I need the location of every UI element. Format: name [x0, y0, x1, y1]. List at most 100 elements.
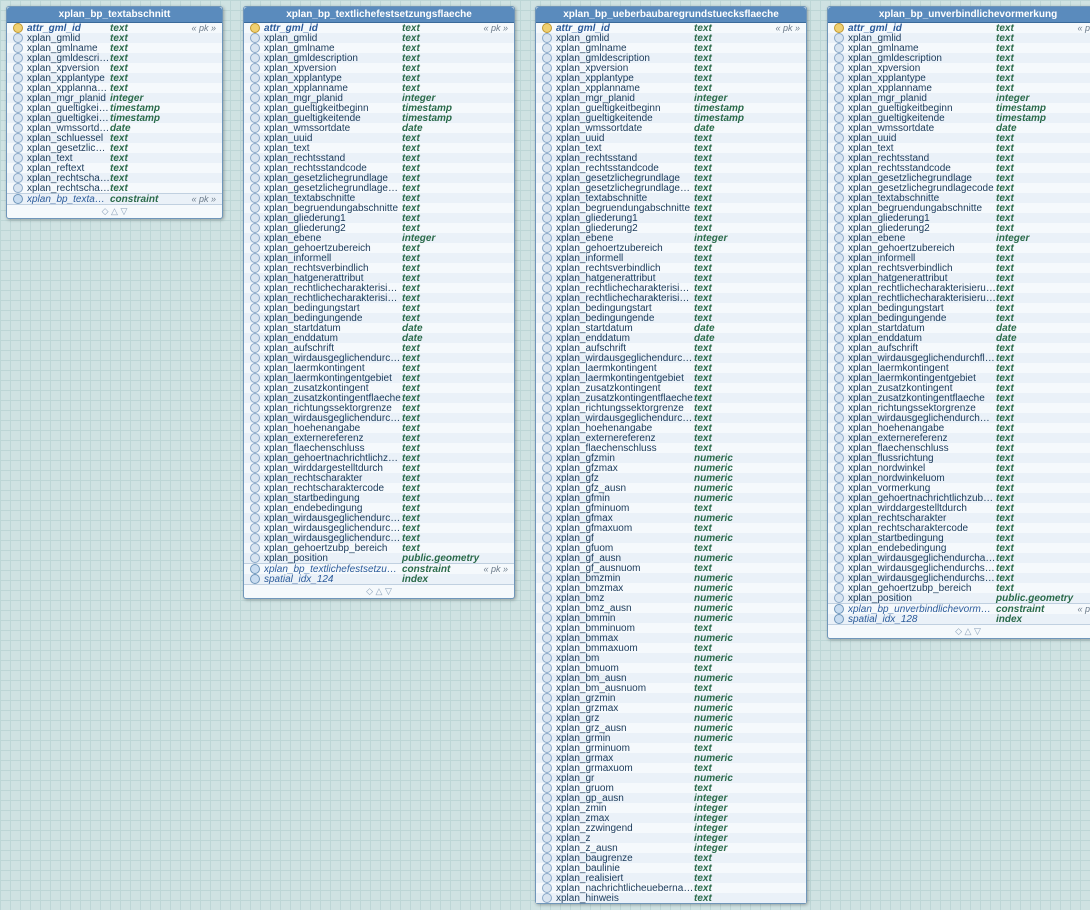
- column-row[interactable]: xplan_bmminuomtext: [536, 623, 806, 633]
- column-row[interactable]: xplan_gmlnametext: [828, 43, 1090, 53]
- column-row[interactable]: xplan_externereferenztext: [244, 433, 514, 443]
- column-row[interactable]: xplan_endebedingungtext: [828, 543, 1090, 553]
- column-row[interactable]: xplan_zusatzkontingentflaechetext: [828, 393, 1090, 403]
- column-row[interactable]: xplan_informelltext: [536, 253, 806, 263]
- column-row[interactable]: xplan_zinteger: [536, 833, 806, 843]
- column-row[interactable]: xplan_gesetzlichegrundlagecodetext: [828, 183, 1090, 193]
- column-row[interactable]: xplan_xpplantypetext: [536, 73, 806, 83]
- column-row[interactable]: xplan_zusatzkontingentflaechetext: [536, 393, 806, 403]
- index-row[interactable]: spatial_idx_128index: [828, 614, 1090, 624]
- column-row[interactable]: xplan_z_ausninteger: [536, 843, 806, 853]
- column-row[interactable]: xplan_zusatzkontingenttext: [536, 383, 806, 393]
- column-row[interactable]: xplan_reftexttext: [7, 163, 222, 173]
- column-row[interactable]: xplan_gfminnumeric: [536, 493, 806, 503]
- column-row[interactable]: xplan_rechtlichecharakterisierungtext: [536, 283, 806, 293]
- db-table[interactable]: xplan_bp_unverbindlichevormerkungattr_gm…: [827, 6, 1090, 639]
- column-row[interactable]: xplan_zmininteger: [536, 803, 806, 813]
- column-row[interactable]: xplan_laermkontingenttext: [244, 363, 514, 373]
- column-row[interactable]: xplan_startbedingungtext: [828, 533, 1090, 543]
- column-row[interactable]: xplan_uuidtext: [244, 133, 514, 143]
- column-row[interactable]: xplan_rechtscharaktercodetext: [7, 183, 222, 193]
- db-table[interactable]: xplan_bp_textlichefestsetzungsflaecheatt…: [243, 6, 515, 599]
- column-row[interactable]: xplan_grmaxnumeric: [536, 753, 806, 763]
- column-row[interactable]: xplan_realisierttext: [536, 873, 806, 883]
- column-row[interactable]: xplan_gmlnametext: [7, 43, 222, 53]
- column-row[interactable]: xplan_aufschrifttext: [828, 343, 1090, 353]
- column-row[interactable]: xplan_mgr_planidinteger: [244, 93, 514, 103]
- column-row[interactable]: xplan_laermkontingentgebiettext: [536, 373, 806, 383]
- column-row[interactable]: xplan_gfz_ausnnumeric: [536, 483, 806, 493]
- column-row[interactable]: xplan_wirdausgeglichendurchmassnahmetext: [244, 413, 514, 423]
- column-row[interactable]: xplan_xpplannametext: [7, 83, 222, 93]
- index-row[interactable]: xplan_bp_textlichefestsetzungsflaeche_pk…: [244, 564, 514, 574]
- column-row[interactable]: xplan_wmssortdatedate: [828, 123, 1090, 133]
- column-row[interactable]: xplan_richtungssektorgrenzetext: [828, 403, 1090, 413]
- column-row[interactable]: xplan_baulinietext: [536, 863, 806, 873]
- column-row[interactable]: xplan_gruomtext: [536, 783, 806, 793]
- column-row[interactable]: xplan_bmzminnumeric: [536, 573, 806, 583]
- column-row[interactable]: xplan_grminnumeric: [536, 733, 806, 743]
- column-row[interactable]: xplan_gehoertnachrichtlichzubereichtext: [244, 453, 514, 463]
- column-row[interactable]: xplan_rechtsverbindlichtext: [536, 263, 806, 273]
- column-row[interactable]: xplan_ebeneinteger: [536, 233, 806, 243]
- column-row[interactable]: xplan_wirdausgeglichendurchflaechetext: [244, 353, 514, 363]
- column-row[interactable]: xplan_wirdausgeglichendurchabetext: [244, 513, 514, 523]
- column-row[interactable]: xplan_startdatumdate: [536, 323, 806, 333]
- column-row[interactable]: xplan_hoehenangabetext: [536, 423, 806, 433]
- column-row[interactable]: attr_gml_idtext« pk »: [7, 23, 222, 33]
- column-row[interactable]: xplan_rechtlichecharakterisierungcodetex…: [536, 293, 806, 303]
- index-row[interactable]: xplan_bp_textabschnitt_pkeyconstraint« p…: [7, 194, 222, 204]
- column-row[interactable]: xplan_hinweistext: [536, 893, 806, 903]
- column-row[interactable]: xplan_bmznumeric: [536, 593, 806, 603]
- column-row[interactable]: xplan_texttext: [244, 143, 514, 153]
- column-row[interactable]: xplan_grmaxuomtext: [536, 763, 806, 773]
- column-row[interactable]: xplan_positionpublic.geometry: [244, 553, 514, 563]
- column-row[interactable]: xplan_gmldescriptiontext: [828, 53, 1090, 63]
- table-header[interactable]: xplan_bp_textabschnitt: [7, 7, 222, 23]
- column-row[interactable]: xplan_bmz_ausnnumeric: [536, 603, 806, 613]
- column-row[interactable]: attr_gml_idtext« pk »: [828, 23, 1090, 33]
- column-row[interactable]: attr_gml_idtext« pk »: [536, 23, 806, 33]
- column-row[interactable]: xplan_uuidtext: [828, 133, 1090, 143]
- column-row[interactable]: xplan_gmlidtext: [7, 33, 222, 43]
- column-row[interactable]: xplan_bedingungendetext: [244, 313, 514, 323]
- column-row[interactable]: xplan_endebedingungtext: [244, 503, 514, 513]
- column-row[interactable]: xplan_rechtsverbindlichtext: [244, 263, 514, 273]
- column-row[interactable]: xplan_wmssortdatedate: [244, 123, 514, 133]
- column-row[interactable]: xplan_xpplantypetext: [828, 73, 1090, 83]
- column-row[interactable]: xplan_positionpublic.geometry: [828, 593, 1090, 603]
- column-row[interactable]: xplan_aufschrifttext: [536, 343, 806, 353]
- column-row[interactable]: xplan_gfminuomtext: [536, 503, 806, 513]
- column-row[interactable]: xplan_bmminnumeric: [536, 613, 806, 623]
- column-row[interactable]: xplan_rechtlichecharakterisierungtext: [828, 283, 1090, 293]
- column-row[interactable]: xplan_wirdausgeglichendurchspeflaechetex…: [828, 573, 1090, 583]
- column-row[interactable]: xplan_wirdausgeglichendurchspemassnahmet…: [244, 523, 514, 533]
- column-row[interactable]: xplan_enddatumdate: [244, 333, 514, 343]
- column-row[interactable]: xplan_rechtscharaktertext: [244, 473, 514, 483]
- column-row[interactable]: xplan_textabschnittetext: [536, 193, 806, 203]
- column-row[interactable]: xplan_gmlnametext: [536, 43, 806, 53]
- db-table[interactable]: xplan_bp_ueberbaubaregrundstuecksflaeche…: [535, 6, 807, 904]
- column-row[interactable]: xplan_flussrichtungtext: [828, 453, 1090, 463]
- column-row[interactable]: xplan_richtungssektorgrenzetext: [536, 403, 806, 413]
- column-row[interactable]: xplan_rechtsstandcodetext: [244, 163, 514, 173]
- column-row[interactable]: xplan_gehoertzubp_bereichtext: [244, 543, 514, 553]
- column-row[interactable]: xplan_wirdausgeglichendurchflaechetext: [536, 353, 806, 363]
- column-row[interactable]: xplan_bmmaxuomtext: [536, 643, 806, 653]
- column-row[interactable]: xplan_gehoertnachrichtlichzubereichtext: [828, 493, 1090, 503]
- column-row[interactable]: xplan_wirdausgeglichendurchspemassnahmet…: [828, 563, 1090, 573]
- column-row[interactable]: xplan_schluesseltext: [7, 133, 222, 143]
- column-row[interactable]: xplan_gueltigkeitbeginntimestamp: [7, 103, 222, 113]
- column-row[interactable]: xplan_bm_ausnuomtext: [536, 683, 806, 693]
- column-row[interactable]: xplan_bedingungstarttext: [828, 303, 1090, 313]
- column-row[interactable]: xplan_bedingungstarttext: [244, 303, 514, 313]
- column-row[interactable]: xplan_rechtsstandcodetext: [536, 163, 806, 173]
- column-row[interactable]: xplan_gehoertzubereichtext: [828, 243, 1090, 253]
- column-row[interactable]: xplan_xpversiontext: [536, 63, 806, 73]
- column-row[interactable]: xplan_hatgenerattributtext: [828, 273, 1090, 283]
- column-row[interactable]: xplan_mgr_planidinteger: [7, 93, 222, 103]
- column-row[interactable]: xplan_informelltext: [244, 253, 514, 263]
- column-row[interactable]: xplan_hoehenangabetext: [244, 423, 514, 433]
- column-row[interactable]: xplan_gesetzlichegrundlagecodetext: [536, 183, 806, 193]
- column-row[interactable]: xplan_rechtlichecharakterisierungcodetex…: [244, 293, 514, 303]
